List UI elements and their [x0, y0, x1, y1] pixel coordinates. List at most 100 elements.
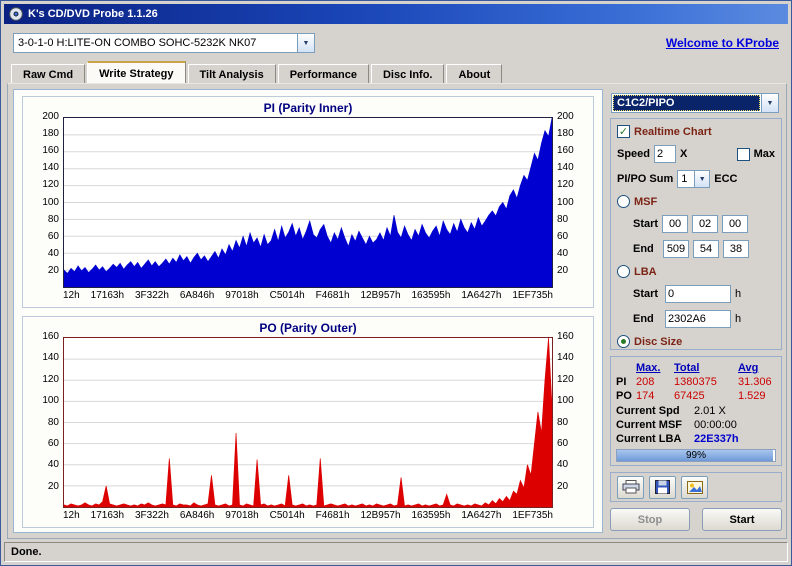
chevron-down-icon: ▼	[766, 99, 774, 107]
pi-plot-area	[63, 117, 553, 288]
stats-po-label: PO	[616, 390, 632, 402]
chevron-down-icon: ▼	[302, 39, 310, 47]
pipo-sum-value: 1	[681, 173, 688, 185]
status-text: Done.	[11, 546, 42, 558]
pipo-sum-dropdown-button[interactable]: ▼	[694, 171, 710, 187]
x-tick-label: 1A6427h	[461, 510, 502, 521]
y-tick-label: 80	[47, 213, 59, 225]
y-tick-label: 40	[557, 247, 569, 259]
tab-page: PI (Parity Inner) 20 40 60 80 100 120 140 160 18…	[7, 83, 787, 539]
drive-select[interactable]: 3-0-1-0 H:LITE-ON COMBO SOHC-5232K NK07 …	[13, 33, 315, 53]
print-button[interactable]	[617, 475, 644, 499]
app-window: K's CD/DVD Probe 1.1.26 3-0-1-0 H:LITE-O…	[0, 0, 792, 566]
y-tick-label: 160	[557, 145, 574, 157]
stats-po-total: 67425	[674, 390, 705, 402]
x-tick-label: 163595h	[411, 510, 451, 521]
x-tick-label: 1A6427h	[461, 290, 502, 301]
y-tick-label: 80	[557, 213, 569, 225]
realtime-chart-checkbox[interactable]: ✓	[617, 125, 630, 138]
po-x-axis: 12h 17163h 3F322h 6A846h 97018h C5014h F4681h 1…	[63, 508, 553, 523]
current-msf-value: 00:00:00	[694, 419, 737, 431]
y-tick-label: 20	[557, 264, 569, 276]
toolbar: 3-0-1-0 H:LITE-ON COMBO SOHC-5232K NK07 …	[4, 26, 788, 60]
lba-end-label: End	[633, 313, 654, 325]
welcome-link[interactable]: Welcome to KProbe	[666, 36, 779, 50]
msf-end-sec-input[interactable]	[693, 240, 719, 258]
y-tick-label: 40	[47, 459, 59, 471]
x-tick-label: 17163h	[90, 510, 125, 521]
lba-start-unit: h	[735, 288, 742, 300]
drive-select-dropdown-button[interactable]: ▼	[297, 34, 314, 52]
x-tick-label: 17163h	[90, 290, 125, 301]
po-chart-title: PO (Parity Outer)	[259, 321, 357, 335]
msf-start-frame-input[interactable]	[722, 215, 749, 233]
stats-pi-max: 208	[636, 376, 655, 388]
start-button[interactable]: Start	[702, 508, 782, 531]
stats-pi-label: PI	[616, 376, 627, 388]
max-speed-label: Max	[753, 148, 775, 160]
msf-start-sec-input[interactable]	[692, 215, 719, 233]
stop-button[interactable]: Stop	[610, 508, 690, 531]
y-tick-label: 200	[42, 111, 59, 122]
x-tick-label: 12h	[63, 290, 80, 301]
speed-unit: X	[680, 148, 688, 160]
speed-input[interactable]	[654, 145, 677, 163]
disc-size-radio[interactable]	[617, 335, 630, 348]
po-plot-area	[63, 337, 553, 508]
lba-end-unit: h	[735, 313, 742, 325]
msf-end-frame-input[interactable]	[723, 240, 749, 258]
scan-options-group: ✓ Realtime Chart Speed X Max PI/PO Sum 1…	[610, 118, 782, 350]
mode-select-dropdown-button[interactable]: ▼	[761, 94, 778, 112]
msf-start-label: Start	[633, 218, 659, 230]
stats-header-total: Total	[674, 362, 700, 374]
msf-radio[interactable]	[617, 195, 630, 208]
lba-radio[interactable]	[617, 265, 630, 278]
y-tick-label: 100	[42, 196, 59, 208]
tab-performance[interactable]: Performance	[277, 64, 369, 84]
y-tick-label: 20	[557, 480, 569, 492]
save-chart-image-button[interactable]	[681, 475, 708, 499]
tab-disc-info[interactable]: Disc Info.	[370, 64, 445, 84]
tab-raw-cmd[interactable]: Raw Cmd	[11, 64, 86, 84]
x-tick-label: 163595h	[411, 290, 451, 301]
y-tick-label: 80	[47, 416, 59, 428]
max-speed-checkbox[interactable]	[736, 147, 750, 161]
y-tick-label: 180	[557, 128, 574, 140]
chart-image-icon	[686, 480, 703, 494]
y-tick-label: 180	[42, 128, 59, 140]
tab-about[interactable]: About	[446, 64, 503, 84]
pi-y-axis-left: 20 40 60 80 100 120 140 160 180 200	[27, 112, 61, 288]
y-tick-label: 140	[557, 162, 574, 174]
y-tick-label: 200	[557, 111, 574, 122]
y-tick-label: 160	[557, 331, 574, 342]
x-tick-label: F4681h	[315, 510, 350, 521]
y-tick-label: 100	[42, 395, 59, 407]
save-button[interactable]	[649, 475, 676, 499]
current-msf-label: Current MSF	[616, 419, 682, 431]
msf-end-label: End	[633, 243, 654, 255]
chevron-down-icon: ▼	[698, 175, 706, 183]
stats-header-max: Max.	[636, 362, 661, 374]
x-tick-label: 3F322h	[134, 290, 169, 301]
x-tick-label: 1EF735h	[512, 290, 553, 301]
title-bar[interactable]: K's CD/DVD Probe 1.1.26	[4, 4, 788, 24]
lba-end-input[interactable]	[665, 310, 731, 328]
y-tick-label: 20	[47, 264, 59, 276]
lba-start-input[interactable]	[665, 285, 731, 303]
msf-start-min-input[interactable]	[662, 215, 689, 233]
tab-write-strategy[interactable]: Write Strategy	[87, 61, 186, 83]
stats-header-avg: Avg	[738, 362, 759, 374]
x-tick-label: 97018h	[225, 290, 259, 301]
msf-end-min-input[interactable]	[663, 240, 689, 258]
stats-table: Max. Total Avg PI 208 1380375 31.306 PO …	[616, 361, 776, 403]
x-tick-label: C5014h	[269, 290, 305, 301]
tab-tilt-analysis[interactable]: Tilt Analysis	[187, 64, 276, 84]
y-tick-label: 100	[557, 395, 574, 407]
current-lba-value: 22E337h	[694, 433, 739, 445]
pi-chart: PI (Parity Inner) 20 40 60 80 100 120 140 160 18…	[22, 96, 594, 308]
ecc-label: ECC	[714, 173, 738, 185]
x-tick-label: F4681h	[315, 290, 350, 301]
y-tick-label: 60	[47, 230, 59, 242]
pipo-sum-select[interactable]: 1 ▼	[677, 170, 711, 188]
mode-select[interactable]: C1C2/PIPO ▼	[611, 93, 779, 113]
